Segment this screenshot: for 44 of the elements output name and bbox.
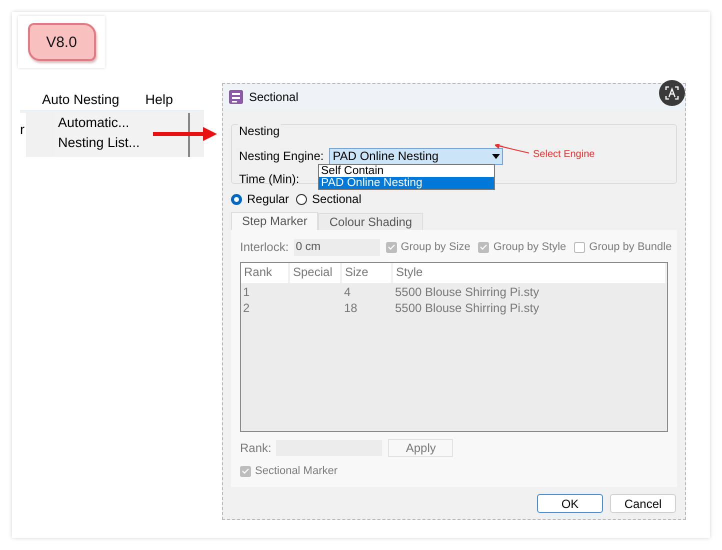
menu-item[interactable]: Automatic... — [58, 113, 188, 133]
menu-item[interactable]: Auto Nesting — [38, 92, 124, 106]
group-label: Nesting — [238, 124, 281, 138]
table-cell-text: 2 — [242, 300, 251, 316]
checkbox-label: Group by Style — [493, 241, 566, 253]
radio-button[interactable] — [296, 194, 308, 204]
tab[interactable]: Colour Shading — [318, 213, 424, 230]
radio-label: Regular — [247, 192, 290, 206]
checkmark-icon — [388, 244, 395, 250]
field-label: Interlock: — [240, 240, 289, 254]
capture-icon[interactable] — [659, 80, 685, 106]
tab[interactable]: Step Marker — [231, 212, 318, 230]
window-title: Sectional — [249, 90, 300, 104]
checkmark-icon — [242, 468, 249, 474]
checkbox-label: Group by Size — [400, 241, 470, 253]
menu-item[interactable]: Help — [141, 92, 178, 106]
checkbox-label: Sectional Marker — [255, 465, 338, 477]
version-label: V8.0 — [46, 34, 77, 50]
column-header[interactable]: Style — [393, 263, 667, 283]
radio-button[interactable] — [231, 194, 242, 204]
ok-button[interactable]: OK — [537, 494, 603, 513]
table-cell-text: 5500 Blouse Shirring Pi.sty — [394, 300, 540, 316]
field-label: Nesting Engine: — [239, 149, 324, 163]
cancel-button[interactable]: Cancel — [610, 494, 676, 513]
field-label: Time (Min): — [239, 172, 300, 186]
column-header[interactable]: Special — [290, 263, 342, 283]
table-cell-text: 1 — [242, 284, 251, 300]
arrow-icon — [153, 127, 217, 141]
annotation-text: Select Engine — [533, 149, 595, 160]
table-cell-text: 5500 Blouse Shirring Pi.sty — [394, 284, 540, 300]
dropdown-option[interactable]: PAD Online Nesting — [319, 177, 494, 189]
table-cell-text: 4 — [343, 284, 352, 300]
leader-line — [495, 144, 529, 156]
dropdown-option[interactable]: Self Contain — [319, 165, 494, 177]
engine-dropdown[interactable]: PAD Online Nesting — [328, 148, 503, 164]
menu-item[interactable]: Nesting List... — [58, 133, 188, 153]
column-header[interactable]: Size — [342, 263, 393, 283]
field-label: Rank: — [240, 441, 272, 455]
column-header[interactable]: Rank — [241, 263, 290, 283]
radio-label: Sectional — [312, 192, 362, 206]
checkbox-label: Group by Bundle — [589, 241, 672, 253]
app-icon — [229, 90, 243, 104]
checkmark-icon — [480, 244, 488, 250]
table-cell-text: 18 — [343, 300, 358, 316]
